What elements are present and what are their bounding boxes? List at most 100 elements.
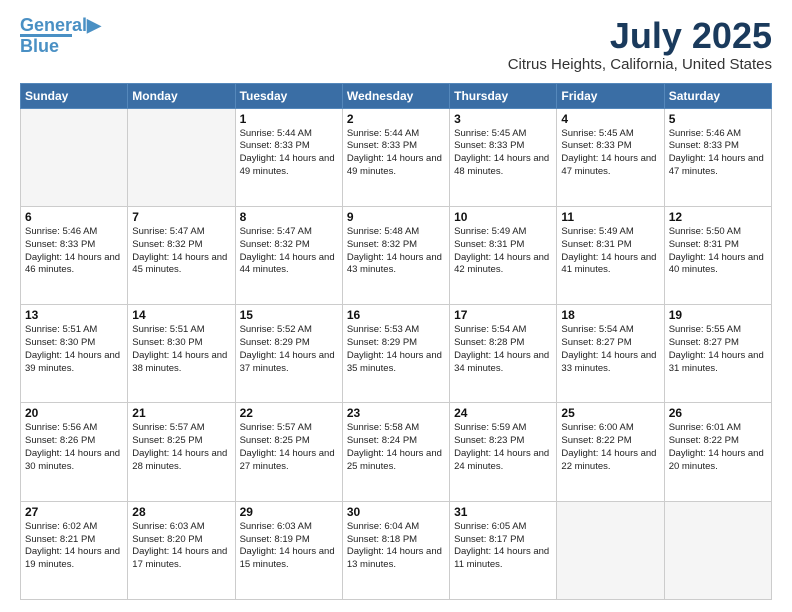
day-info: Sunrise: 5:55 AM Sunset: 8:27 PM Dayligh… [669, 324, 767, 375]
day-number: 7 [132, 210, 230, 224]
day-info: Sunrise: 5:45 AM Sunset: 8:33 PM Dayligh… [454, 128, 552, 179]
day-info: Sunrise: 5:44 AM Sunset: 8:33 PM Dayligh… [347, 128, 445, 179]
day-number: 18 [561, 308, 659, 322]
day-number: 19 [669, 308, 767, 322]
day-number: 28 [132, 505, 230, 519]
title-section: July 2025 Citrus Heights, California, Un… [508, 16, 772, 73]
logo-blue: Blue [20, 37, 59, 57]
day-number: 15 [240, 308, 338, 322]
logo: General▶ Blue [20, 16, 101, 57]
day-number: 5 [669, 112, 767, 126]
day-number: 4 [561, 112, 659, 126]
day-info: Sunrise: 5:44 AM Sunset: 8:33 PM Dayligh… [240, 128, 338, 179]
logo-triangle-icon: ▶ [87, 15, 101, 35]
day-number: 10 [454, 210, 552, 224]
col-saturday: Saturday [664, 83, 771, 108]
day-number: 9 [347, 210, 445, 224]
day-number: 16 [347, 308, 445, 322]
day-info: Sunrise: 5:48 AM Sunset: 8:32 PM Dayligh… [347, 226, 445, 277]
calendar-cell: 31 Sunrise: 6:05 AM Sunset: 8:17 PM Dayli… [450, 501, 557, 599]
day-info: Sunrise: 5:47 AM Sunset: 8:32 PM Dayligh… [240, 226, 338, 277]
day-info: Sunrise: 6:03 AM Sunset: 8:19 PM Dayligh… [240, 521, 338, 572]
day-info: Sunrise: 5:45 AM Sunset: 8:33 PM Dayligh… [561, 128, 659, 179]
day-info: Sunrise: 5:54 AM Sunset: 8:27 PM Dayligh… [561, 324, 659, 375]
calendar-cell: 16Sunrise: 5:53 AM Sunset: 8:29 PM Dayli… [342, 305, 449, 403]
calendar-cell: 20 Sunrise: 5:56 AM Sunset: 8:26 PM Dayli… [21, 403, 128, 501]
calendar-cell: 21 Sunrise: 5:57 AM Sunset: 8:25 PM Dayli… [128, 403, 235, 501]
day-info: Sunrise: 5:46 AM Sunset: 8:33 PM Dayligh… [25, 226, 123, 277]
day-number: 6 [25, 210, 123, 224]
calendar-cell: 10 Sunrise: 5:49 AM Sunset: 8:31 PM Dayli… [450, 206, 557, 304]
calendar-cell: 29 Sunrise: 6:03 AM Sunset: 8:19 PM Dayli… [235, 501, 342, 599]
day-number: 30 [347, 505, 445, 519]
calendar-cell: 28 Sunrise: 6:03 AM Sunset: 8:20 PM Dayli… [128, 501, 235, 599]
calendar-cell: 3Sunrise: 5:45 AM Sunset: 8:33 PM Daylig… [450, 108, 557, 206]
calendar-cell: 27 Sunrise: 6:02 AM Sunset: 8:21 PM Dayli… [21, 501, 128, 599]
calendar-cell: 23 Sunrise: 5:58 AM Sunset: 8:24 PM Dayli… [342, 403, 449, 501]
day-number: 2 [347, 112, 445, 126]
page: General▶ Blue July 2025 Citrus Heights, … [0, 0, 792, 612]
day-number: 22 [240, 406, 338, 420]
calendar-cell: 1 Sunrise: 5:44 AM Sunset: 8:33 PM Daylig… [235, 108, 342, 206]
day-info: Sunrise: 5:57 AM Sunset: 8:25 PM Dayligh… [240, 422, 338, 473]
col-friday: Friday [557, 83, 664, 108]
calendar-cell: 9 Sunrise: 5:48 AM Sunset: 8:32 PM Daylig… [342, 206, 449, 304]
day-number: 1 [240, 112, 338, 126]
location-title: Citrus Heights, California, United State… [508, 56, 772, 73]
calendar-cell: 12 Sunrise: 5:50 AM Sunset: 8:31 PM Dayli… [664, 206, 771, 304]
day-info: Sunrise: 5:49 AM Sunset: 8:31 PM Dayligh… [454, 226, 552, 277]
day-number: 27 [25, 505, 123, 519]
header: General▶ Blue July 2025 Citrus Heights, … [20, 16, 772, 73]
day-info: Sunrise: 6:04 AM Sunset: 8:18 PM Dayligh… [347, 521, 445, 572]
calendar-cell: 2 Sunrise: 5:44 AM Sunset: 8:33 PM Daylig… [342, 108, 449, 206]
day-info: Sunrise: 5:59 AM Sunset: 8:23 PM Dayligh… [454, 422, 552, 473]
day-info: Sunrise: 5:58 AM Sunset: 8:24 PM Dayligh… [347, 422, 445, 473]
calendar-cell: 18 Sunrise: 5:54 AM Sunset: 8:27 PM Dayli… [557, 305, 664, 403]
day-info: Sunrise: 5:50 AM Sunset: 8:31 PM Dayligh… [669, 226, 767, 277]
calendar-cell: 11Sunrise: 5:49 AM Sunset: 8:31 PM Dayli… [557, 206, 664, 304]
day-number: 17 [454, 308, 552, 322]
calendar-cell: 15 Sunrise: 5:52 AM Sunset: 8:29 PM Dayli… [235, 305, 342, 403]
day-info: Sunrise: 6:03 AM Sunset: 8:20 PM Dayligh… [132, 521, 230, 572]
day-info: Sunrise: 5:56 AM Sunset: 8:26 PM Dayligh… [25, 422, 123, 473]
day-info: Sunrise: 5:47 AM Sunset: 8:32 PM Dayligh… [132, 226, 230, 277]
calendar-cell [557, 501, 664, 599]
calendar-cell: 13 Sunrise: 5:51 AM Sunset: 8:30 PM Dayli… [21, 305, 128, 403]
day-info: Sunrise: 6:01 AM Sunset: 8:22 PM Dayligh… [669, 422, 767, 473]
calendar-cell: 19 Sunrise: 5:55 AM Sunset: 8:27 PM Dayli… [664, 305, 771, 403]
calendar-cell: 30 Sunrise: 6:04 AM Sunset: 8:18 PM Dayli… [342, 501, 449, 599]
day-info: Sunrise: 6:02 AM Sunset: 8:21 PM Dayligh… [25, 521, 123, 572]
calendar-cell: 8 Sunrise: 5:47 AM Sunset: 8:32 PM Daylig… [235, 206, 342, 304]
calendar-cell: 25Sunrise: 6:00 AM Sunset: 8:22 PM Dayli… [557, 403, 664, 501]
calendar-cell: 5 Sunrise: 5:46 AM Sunset: 8:33 PM Daylig… [664, 108, 771, 206]
calendar-header-row: Sunday Monday Tuesday Wednesday Thursday… [21, 83, 772, 108]
col-tuesday: Tuesday [235, 83, 342, 108]
day-number: 20 [25, 406, 123, 420]
day-info: Sunrise: 6:00 AM Sunset: 8:22 PM Dayligh… [561, 422, 659, 473]
calendar-cell [21, 108, 128, 206]
day-info: Sunrise: 5:46 AM Sunset: 8:33 PM Dayligh… [669, 128, 767, 179]
day-number: 23 [347, 406, 445, 420]
calendar-cell: 7 Sunrise: 5:47 AM Sunset: 8:32 PM Daylig… [128, 206, 235, 304]
col-thursday: Thursday [450, 83, 557, 108]
calendar-cell: 4 Sunrise: 5:45 AM Sunset: 8:33 PM Daylig… [557, 108, 664, 206]
day-info: Sunrise: 6:05 AM Sunset: 8:17 PM Dayligh… [454, 521, 552, 572]
calendar-week-2: 6 Sunrise: 5:46 AM Sunset: 8:33 PM Daylig… [21, 206, 772, 304]
calendar-cell [664, 501, 771, 599]
month-title: July 2025 [508, 16, 772, 56]
day-info: Sunrise: 5:57 AM Sunset: 8:25 PM Dayligh… [132, 422, 230, 473]
day-number: 31 [454, 505, 552, 519]
day-number: 13 [25, 308, 123, 322]
calendar-cell: 26Sunrise: 6:01 AM Sunset: 8:22 PM Dayli… [664, 403, 771, 501]
day-info: Sunrise: 5:52 AM Sunset: 8:29 PM Dayligh… [240, 324, 338, 375]
day-info: Sunrise: 5:49 AM Sunset: 8:31 PM Dayligh… [561, 226, 659, 277]
day-number: 21 [132, 406, 230, 420]
calendar-cell: 14Sunrise: 5:51 AM Sunset: 8:30 PM Dayli… [128, 305, 235, 403]
calendar-week-4: 20 Sunrise: 5:56 AM Sunset: 8:26 PM Dayli… [21, 403, 772, 501]
day-number: 8 [240, 210, 338, 224]
calendar-week-5: 27 Sunrise: 6:02 AM Sunset: 8:21 PM Dayli… [21, 501, 772, 599]
day-number: 12 [669, 210, 767, 224]
day-number: 29 [240, 505, 338, 519]
col-wednesday: Wednesday [342, 83, 449, 108]
day-info: Sunrise: 5:51 AM Sunset: 8:30 PM Dayligh… [25, 324, 123, 375]
